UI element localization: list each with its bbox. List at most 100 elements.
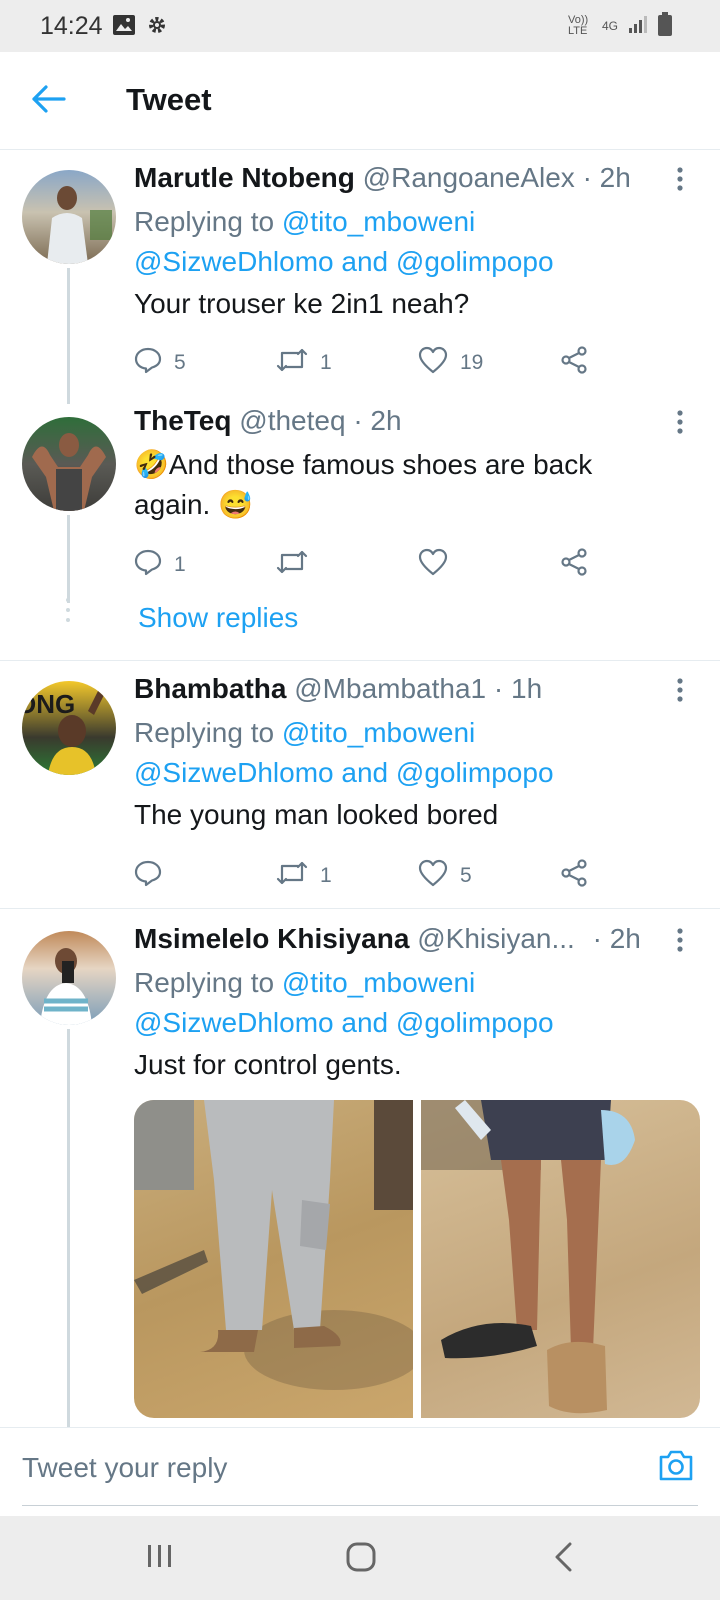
thread-line [67, 515, 70, 603]
heart-icon [418, 346, 448, 380]
replying-prefix: Replying to [134, 206, 275, 237]
show-replies-link[interactable]: Show replies [138, 602, 298, 634]
recent-apps-icon[interactable] [146, 1542, 174, 1575]
like-count: 5 [460, 864, 472, 887]
tweet-text: 🤣And those famous shoes are back again. … [134, 445, 694, 525]
svg-text:ONG: ONG [22, 689, 75, 719]
author-name[interactable]: Marutle Ntobeng [134, 162, 355, 193]
avatar[interactable] [22, 931, 116, 1025]
reply-button[interactable]: 1 [134, 548, 186, 582]
tweet-header: Msimelelo Khisiyana @Khisiyan... · 2h [134, 923, 641, 955]
mention-link[interactable]: @SizweDhlomo [134, 757, 334, 788]
share-button[interactable] [560, 548, 588, 582]
author-name[interactable]: Msimelelo Khisiyana [134, 923, 409, 954]
tweet-actions: 1 [134, 548, 614, 580]
replying-prefix: Replying to [134, 967, 275, 998]
tweet-time: · 2h [353, 405, 402, 436]
tweet-photo-sandals[interactable] [421, 1100, 700, 1418]
reply-button[interactable] [134, 859, 174, 893]
more-options-icon[interactable] [676, 166, 684, 197]
more-options-icon[interactable] [676, 677, 684, 708]
reply-input[interactable]: Tweet your reply [22, 1452, 227, 1484]
home-icon[interactable] [346, 1542, 376, 1577]
back-arrow-icon[interactable] [30, 84, 66, 119]
retweet-count: 1 [320, 864, 332, 887]
replying-to: Replying to @tito_mboweni @SizweDhlomo a… [134, 713, 704, 793]
thread-continuation-dots [65, 597, 71, 628]
replying-to: Replying to @tito_mboweni @SizweDhlomo a… [134, 202, 704, 282]
tweet-time: · 2h [592, 923, 641, 954]
like-button[interactable]: 5 [418, 859, 472, 893]
tweet-time: · 1h [493, 673, 543, 704]
thread-line [67, 1029, 70, 1427]
share-icon [560, 548, 588, 582]
mention-link[interactable]: @golimpopo [396, 246, 554, 277]
avatar[interactable] [22, 417, 116, 511]
share-button[interactable] [560, 346, 588, 380]
avatar[interactable]: ONG [22, 681, 116, 775]
retweet-icon [276, 548, 308, 582]
mention-link[interactable]: @SizweDhlomo [134, 246, 334, 277]
share-icon [560, 859, 588, 893]
reply-icon [134, 859, 162, 893]
retweet-count: 1 [320, 351, 332, 374]
mention-link[interactable]: @golimpopo [396, 757, 554, 788]
tweet-text: Just for control gents. [134, 1049, 402, 1080]
reply-tweet-3[interactable]: ONG Bhambatha @Mbambatha1 · 1h Replying … [0, 661, 720, 907]
reply-tweet-1[interactable]: Marutle Ntobeng @RangoaneAlex · 2h Reply… [0, 150, 720, 404]
camera-icon[interactable] [658, 1448, 694, 1487]
tweet-actions: 1 5 [134, 859, 614, 891]
mention-link[interactable]: @golimpopo [396, 1007, 554, 1038]
mention-link[interactable]: @SizweDhlomo [134, 1007, 334, 1038]
author-handle[interactable]: @RangoaneAlex [363, 162, 575, 193]
app-bar: Tweet [0, 52, 720, 150]
retweet-icon [276, 346, 308, 380]
mention-link[interactable]: @tito_mboweni [282, 717, 475, 748]
like-button[interactable]: 19 [418, 346, 483, 380]
heart-icon [418, 548, 448, 582]
retweet-button[interactable]: 1 [276, 859, 332, 893]
replying-prefix: Replying to [134, 717, 275, 748]
like-count: 19 [460, 351, 484, 374]
mention-link[interactable]: @tito_mboweni [282, 206, 475, 237]
reply-count: 5 [174, 351, 186, 374]
tweet-text-line-1: And those famous shoes are back [168, 449, 593, 480]
tweet-header: TheTeq @theteq · 2h [134, 405, 402, 437]
reply-icon [134, 346, 162, 380]
reply-count: 1 [174, 553, 186, 576]
android-nav-bar [0, 1516, 720, 1600]
tweet-photo-trousers[interactable] [134, 1100, 413, 1418]
status-right-group: Vo)) LTE 4G [568, 12, 672, 39]
reply-tweet-2[interactable]: TheTeq @theteq · 2h 🤣And those famous sh… [0, 395, 720, 660]
thread-line [67, 268, 70, 404]
back-nav-icon[interactable] [552, 1542, 574, 1577]
author-handle[interactable]: @Khisiyan... [417, 923, 575, 954]
replying-to: Replying to @tito_mboweni @SizweDhlomo a… [134, 963, 704, 1043]
mention-and: and [341, 1007, 389, 1038]
network-4g-indicator: 4G [601, 18, 618, 33]
sweat-smile-emoji: 😅 [218, 489, 253, 520]
tweet-actions: 5 1 19 [134, 346, 614, 378]
more-options-icon[interactable] [676, 927, 684, 958]
author-name[interactable]: TheTeq [134, 405, 231, 436]
status-time: 14:24 [40, 12, 103, 40]
mention-and: and [341, 757, 389, 788]
like-button[interactable] [418, 548, 460, 582]
share-icon [560, 346, 588, 380]
share-button[interactable] [560, 859, 588, 893]
settings-gear-icon [146, 14, 168, 41]
reply-button[interactable]: 5 [134, 346, 186, 380]
page-title: Tweet [126, 82, 212, 117]
more-options-icon[interactable] [676, 409, 684, 440]
reply-input-underline [22, 1505, 698, 1506]
retweet-button[interactable]: 1 [276, 346, 332, 380]
tweet-text: Your trouser ke 2in1 neah? [134, 288, 470, 319]
retweet-button[interactable] [276, 548, 320, 582]
tweet-text-line-2: again. [134, 489, 211, 520]
author-handle[interactable]: @theteq [239, 405, 345, 436]
mention-link[interactable]: @tito_mboweni [282, 967, 475, 998]
author-name[interactable]: Bhambatha [134, 673, 286, 704]
author-handle[interactable]: @Mbambatha1 [294, 673, 486, 704]
tweet-time: · 2h [582, 162, 631, 193]
avatar[interactable] [22, 170, 116, 264]
